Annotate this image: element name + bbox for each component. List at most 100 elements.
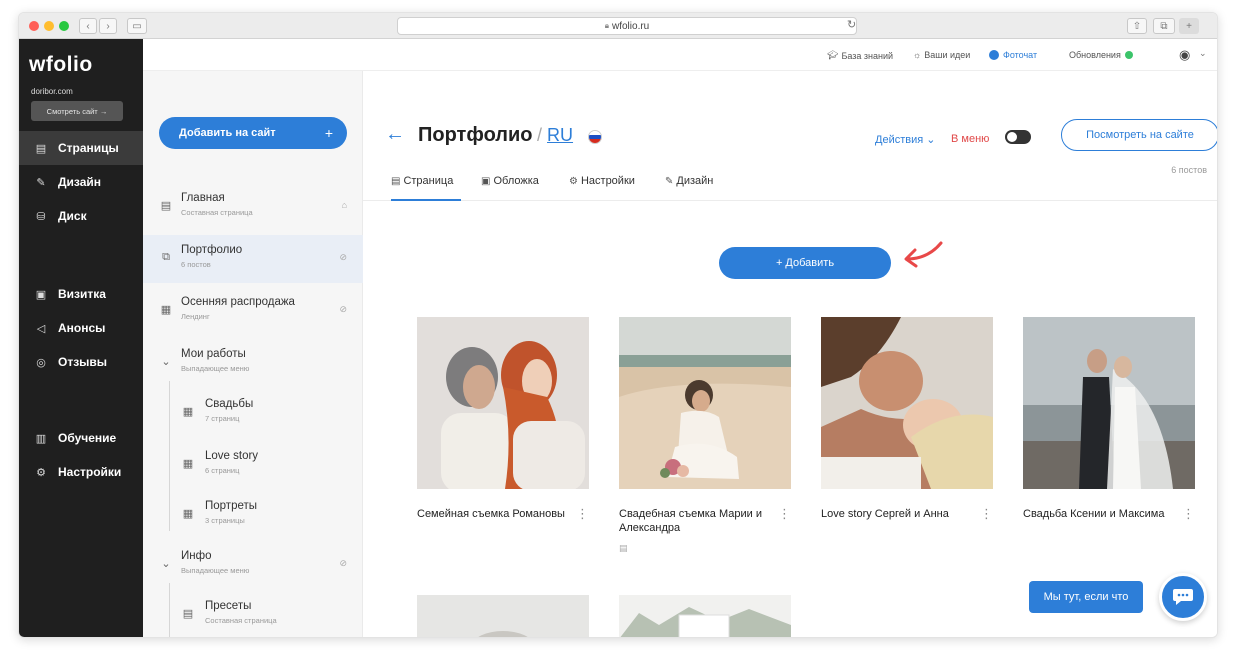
page-item-weddings[interactable]: ▦ Свадьбы 7 страниц (143, 389, 363, 437)
post-thumbnail[interactable] (619, 317, 791, 489)
page-item-portraits[interactable]: ▦ Портреты 3 страницы (143, 491, 363, 539)
hidden-eye-icon[interactable]: ⊘ (339, 558, 347, 569)
back-arrow-icon[interactable]: ← (385, 123, 405, 146)
more-options-icon[interactable]: ⋮ (778, 507, 791, 521)
sidebar-item-label: Настройки (58, 465, 122, 479)
chevron-down-icon[interactable]: ⌄ (159, 557, 173, 570)
page-item-sale[interactable]: ▦ Осенняя распродажа Лендинг ⊘ (143, 287, 363, 335)
url-text: wfolio.ru (612, 20, 650, 32)
document-icon: ▤ (619, 543, 628, 553)
plus-icon: + (324, 125, 333, 141)
more-options-icon[interactable]: ⋮ (980, 507, 993, 521)
sidebar-item-settings[interactable]: ⚙ Настройки (19, 455, 143, 489)
page-item-my-works[interactable]: ⌄ Мои работы Выпадающее меню (143, 339, 363, 387)
active-tab-indicator (391, 199, 461, 201)
sidebar-item-disk[interactable]: ⛁ Диск (19, 199, 143, 233)
more-options-icon[interactable]: ⋮ (1182, 507, 1195, 521)
document-icon: ▤ (182, 608, 194, 620)
photo-image (821, 317, 993, 489)
back-icon[interactable]: ‹ (79, 18, 97, 34)
share-icon[interactable]: ⇧ (1127, 18, 1147, 34)
post-thumbnail[interactable] (1023, 317, 1195, 489)
main-content: ← Портфолио / RU Действия ⌄ В меню Посмо… (363, 71, 1217, 637)
new-tab-icon[interactable]: + (1179, 18, 1199, 34)
reload-icon[interactable]: ↻ (847, 18, 856, 31)
chat-button[interactable] (1159, 573, 1207, 621)
grid-icon: ▦ (182, 458, 194, 470)
photo-image (417, 317, 589, 489)
landing-icon: ▦ (160, 304, 172, 316)
minimize-window-button[interactable] (44, 21, 54, 31)
post-card[interactable]: Свадебная съемка Марии и Александра ⋮ ▤ (619, 317, 791, 553)
sidebar-item-label: Отзывы (58, 355, 108, 369)
chat-bubbles-icon: ◎ (36, 356, 46, 369)
document-icon: ▤ (35, 142, 47, 155)
view-site-button[interactable]: Смотреть сайт → (31, 101, 123, 121)
brush-icon: ✎ (665, 175, 674, 187)
sidebar-item-design[interactable]: ✎ Дизайн (19, 165, 143, 199)
tab-design[interactable]: ✎ Дизайн (665, 175, 713, 187)
add-to-site-button[interactable]: Добавить на сайт + (159, 117, 347, 149)
knowledge-base-link[interactable]: 🎓︎ База знаний (827, 50, 893, 61)
hidden-eye-icon[interactable]: ⊘ (339, 304, 347, 315)
book-icon: ▥ (35, 432, 47, 445)
hidden-eye-icon[interactable]: ⊘ (339, 252, 347, 263)
close-window-button[interactable] (29, 21, 39, 31)
sidebar-toggle-icon[interactable]: ▭ (127, 18, 147, 34)
page-title: Портфолио (418, 124, 533, 146)
sidebar-item-label: Визитка (58, 287, 106, 301)
ideas-link[interactable]: ☼ Ваши идеи (913, 50, 970, 60)
tab-page[interactable]: ▤ Страница (391, 175, 453, 187)
tab-cover[interactable]: ▣ Обложка (481, 175, 539, 187)
address-bar[interactable]: 🔒︎ wfolio.ru (397, 17, 857, 35)
page-item-home[interactable]: ▤ Главная Составная страница ⌂ (143, 183, 363, 231)
actions-dropdown[interactable]: Действия ⌄ (875, 133, 935, 146)
more-options-icon[interactable]: ⋮ (576, 507, 589, 521)
page-item-presets[interactable]: ▤ Пресеты Составная страница (143, 591, 363, 637)
post-title: Свадебная съемка Марии и Александра (619, 508, 762, 534)
telegram-icon (989, 50, 999, 60)
sidebar-item-pages[interactable]: ▤ Страницы (19, 131, 143, 165)
site-domain: doribor.com (31, 87, 73, 96)
russian-flag-icon (588, 130, 602, 144)
view-on-site-button[interactable]: Посмотреть на сайте (1061, 119, 1217, 151)
post-thumbnail[interactable] (417, 317, 589, 489)
sidebar-item-learning[interactable]: ▥ Обучение (19, 421, 143, 455)
logo[interactable]: wfolio (29, 53, 93, 77)
page-item-info[interactable]: ⌄ Инфо Выпадающее меню ⊘ (143, 541, 363, 589)
post-thumbnail[interactable] (821, 317, 993, 489)
lock-icon: 🔒︎ (604, 21, 609, 30)
photo-image (619, 317, 791, 489)
updates-link[interactable]: Обновления (1069, 50, 1133, 60)
page-item-portfolio[interactable]: ⧉ Портфолио 6 постов ⊘ (143, 235, 363, 283)
photo-image (1023, 317, 1195, 489)
language-link[interactable]: / RU (537, 125, 573, 146)
tabs-icon[interactable]: ⧉ (1153, 18, 1175, 34)
zoom-window-button[interactable] (59, 21, 69, 31)
chevron-down-icon[interactable]: ⌄ (1199, 48, 1207, 59)
post-card[interactable]: Love story Сергей и Анна ⋮ (821, 317, 993, 521)
page-item-love-story[interactable]: ▦ Love story 6 страниц (143, 441, 363, 489)
forward-icon[interactable]: › (99, 18, 117, 34)
post-card[interactable]: Свадьба Ксении и Максима ⋮ (1023, 317, 1195, 521)
database-icon: ⛁ (36, 210, 46, 223)
post-card[interactable] (417, 595, 589, 637)
tab-settings[interactable]: ⚙ Настройки (569, 175, 635, 187)
chat-prompt[interactable]: Мы тут, если что (1029, 581, 1143, 613)
post-card[interactable]: Семейная съемка Романовы ⋮ (417, 317, 589, 521)
post-thumbnail[interactable] (417, 595, 589, 637)
in-menu-toggle[interactable] (1005, 130, 1031, 144)
sidebar-item-card[interactable]: ▣ Визитка (19, 277, 143, 311)
account-icon[interactable]: ◉ (1179, 47, 1190, 63)
sidebar-item-reviews[interactable]: ◎ Отзывы (19, 345, 143, 379)
sidebar-item-label: Анонсы (58, 321, 106, 335)
add-post-button[interactable]: + Добавить (719, 247, 891, 279)
update-status-dot (1124, 51, 1133, 59)
sidebar-item-announcements[interactable]: ◁ Анонсы (19, 311, 143, 345)
chevron-down-icon[interactable]: ⌄ (159, 355, 173, 368)
browser-window: ‹ › ▭ 🔒︎ wfolio.ru ↻ ⇧ ⧉ + wfolio doribo… (18, 12, 1218, 638)
post-thumbnail[interactable] (619, 595, 791, 637)
photochat-link[interactable]: Фоточат (989, 50, 1037, 60)
post-card[interactable] (619, 595, 791, 637)
sidebar-item-label: Страницы (58, 141, 119, 155)
